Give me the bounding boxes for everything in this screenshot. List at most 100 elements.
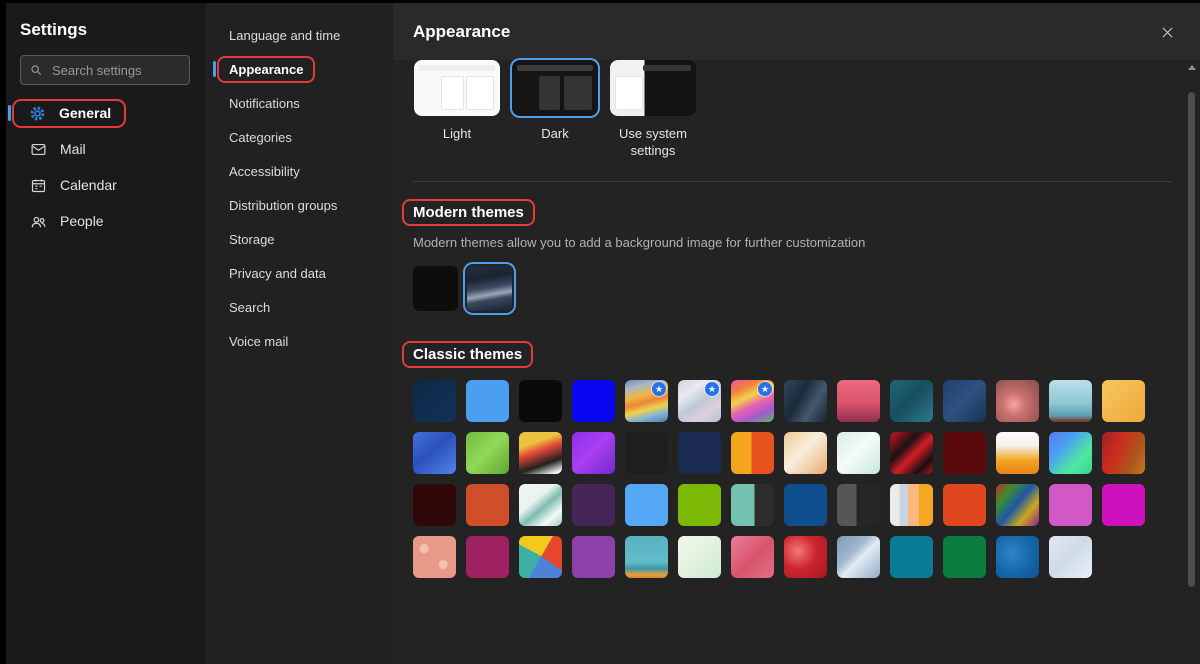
theme-mode-light[interactable]	[414, 60, 500, 116]
selected-indicator	[213, 61, 216, 77]
classic-theme-pastel-swirl[interactable]: ★	[678, 380, 721, 422]
classic-theme-emerald[interactable]	[943, 536, 986, 578]
classic-theme-sunset-palms[interactable]	[837, 380, 880, 422]
classic-theme-vermilion[interactable]	[943, 484, 986, 526]
menu-item-notifications[interactable]: Notifications	[206, 86, 393, 120]
classic-theme-dark-maroon[interactable]	[943, 432, 986, 474]
classic-theme-plum[interactable]	[572, 484, 615, 526]
modern-theme-night-landscape[interactable]	[467, 266, 512, 311]
annotation-box: General	[12, 99, 126, 128]
classic-theme-geo-blocks[interactable]	[1049, 432, 1092, 474]
sidebar-item-calendar[interactable]: Calendar	[6, 167, 206, 203]
classic-theme-angular-red-yellow[interactable]	[519, 432, 562, 474]
classic-theme-lime[interactable]	[678, 484, 721, 526]
close-icon	[1160, 25, 1175, 40]
theme-mode-system[interactable]	[610, 60, 696, 116]
classic-theme-purple[interactable]	[572, 536, 615, 578]
classic-theme-raspberry[interactable]	[466, 536, 509, 578]
mail-icon	[30, 141, 47, 158]
classic-theme-deep-teal[interactable]	[890, 536, 933, 578]
sidebar-item-people[interactable]: People	[6, 203, 206, 239]
classic-theme-navy[interactable]	[413, 380, 456, 422]
classic-theme-midnight-navy[interactable]	[678, 432, 721, 474]
classic-theme-circuit-teal[interactable]	[890, 380, 933, 422]
classic-theme-green-bokeh[interactable]	[466, 432, 509, 474]
classic-theme-night-mountains[interactable]	[784, 380, 827, 422]
classic-theme-cream-peach-stripes[interactable]	[890, 484, 933, 526]
classic-theme-sea-waves-boat[interactable]	[1049, 380, 1092, 422]
menu-item-appearance[interactable]: Appearance	[206, 52, 393, 86]
classic-theme-rose-facets[interactable]	[731, 536, 774, 578]
classic-theme-teal-dark-split[interactable]	[731, 484, 774, 526]
classic-theme-winter-snowflakes[interactable]	[1049, 536, 1092, 578]
scrollbar-thumb[interactable]	[1188, 92, 1195, 587]
modern-theme-dark-solid[interactable]	[413, 266, 458, 311]
theme-mode-row: LightDarkUse system settings	[413, 60, 1172, 159]
classic-theme-magenta[interactable]	[1102, 484, 1145, 526]
classic-theme-mint-chevron[interactable]	[837, 432, 880, 474]
menu-item-label: Voice mail	[229, 334, 288, 349]
sidebar-item-label: General	[59, 105, 111, 121]
classic-theme-lucky-cat[interactable]	[784, 432, 827, 474]
classic-theme-lego-bricks[interactable]	[731, 432, 774, 474]
classic-theme-orchid[interactable]	[1049, 484, 1092, 526]
menu-item-storage[interactable]: Storage	[206, 222, 393, 256]
menu-item-categories[interactable]: Categories	[206, 120, 393, 154]
classic-theme-black-cherry[interactable]	[413, 484, 456, 526]
classic-theme-black[interactable]	[519, 380, 562, 422]
classic-theme-blue-wave[interactable]	[413, 432, 456, 474]
classic-theme-color-wheel-geo[interactable]	[519, 536, 562, 578]
classic-theme-denim-paper-heart[interactable]	[837, 536, 880, 578]
classic-theme-red-sequins[interactable]	[784, 536, 827, 578]
classic-theme-cobalt[interactable]	[572, 380, 615, 422]
classic-themes-heading: Classic themes	[402, 341, 533, 368]
menu-item-language-and-time[interactable]: Language and time	[206, 18, 393, 52]
classic-theme-paint-splatter[interactable]	[996, 484, 1039, 526]
classic-theme-blue-circles[interactable]	[996, 536, 1039, 578]
close-button[interactable]	[1158, 23, 1176, 41]
theme-mode-label: Light	[443, 125, 471, 142]
classic-theme-robot[interactable]	[625, 536, 668, 578]
classic-theme-gold-star[interactable]	[1102, 380, 1145, 422]
sidebar-item-label: Mail	[60, 141, 86, 157]
theme-mode-dark[interactable]	[512, 60, 598, 116]
classic-theme-pale-mint-facets[interactable]	[678, 536, 721, 578]
classic-theme-charcoal[interactable]	[625, 432, 668, 474]
menu-item-label: Appearance	[229, 62, 303, 77]
classic-theme-azure[interactable]	[625, 484, 668, 526]
scrollbar[interactable]	[1185, 60, 1199, 662]
sidebar-item-mail[interactable]: Mail	[6, 131, 206, 167]
scrollbar-up-icon[interactable]	[1188, 65, 1196, 70]
sidebar-item-general[interactable]: General	[6, 95, 206, 131]
classic-theme-teal-cubes-white[interactable]	[519, 484, 562, 526]
menu-item-privacy-and-data[interactable]: Privacy and data	[206, 256, 393, 290]
classic-theme-unicorn-rainbow[interactable]: ★	[731, 380, 774, 422]
panel-title: Appearance	[413, 22, 510, 42]
classic-theme-violet-gradient[interactable]	[572, 432, 615, 474]
classic-theme-salmon-dots[interactable]	[413, 536, 456, 578]
modern-theme-swatches	[413, 266, 1172, 311]
menu-item-distribution-groups[interactable]: Distribution groups	[206, 188, 393, 222]
search-icon	[29, 63, 43, 77]
search-input[interactable]	[50, 62, 181, 79]
classic-theme-gray-dark-split[interactable]	[837, 484, 880, 526]
menu-item-voice-mail[interactable]: Voice mail	[206, 324, 393, 358]
menu-item-accessibility[interactable]: Accessibility	[206, 154, 393, 188]
settings-search[interactable]	[20, 55, 190, 85]
gear-icon	[29, 105, 46, 122]
menu-item-label: Accessibility	[229, 164, 300, 179]
classic-theme-traffic-cones[interactable]	[996, 432, 1039, 474]
classic-theme-sky-blue[interactable]	[466, 380, 509, 422]
classic-theme-ocean-blue[interactable]	[784, 484, 827, 526]
classic-theme-rainbow-ribbon[interactable]: ★	[625, 380, 668, 422]
classic-theme-crimson-strokes[interactable]	[1102, 432, 1145, 474]
classic-theme-pink-bokeh[interactable]	[996, 380, 1039, 422]
classic-theme-berries-red-black[interactable]	[890, 432, 933, 474]
sidebar-nav: General Mail CalendarPeople	[6, 95, 206, 239]
classic-theme-innovation-blueprint[interactable]	[943, 380, 986, 422]
menu-item-search[interactable]: Search	[206, 290, 393, 324]
star-badge-icon: ★	[705, 382, 719, 396]
classic-theme-terracotta[interactable]	[466, 484, 509, 526]
theme-mode-label: Dark	[541, 125, 568, 142]
modern-themes-heading: Modern themes	[402, 199, 535, 226]
